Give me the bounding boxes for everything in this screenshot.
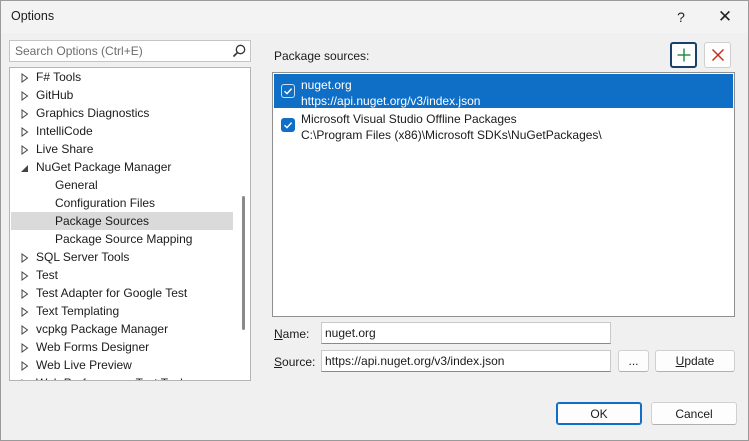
source-label: Source: — [274, 355, 316, 369]
tree-item[interactable]: Graphics Diagnostics — [11, 104, 233, 122]
chevron-right-icon[interactable] — [21, 288, 29, 299]
source-enabled-checkbox[interactable] — [281, 118, 295, 132]
close-icon — [711, 49, 724, 61]
package-source-item[interactable]: nuget.org https://api.nuget.org/v3/index.… — [274, 74, 733, 108]
tree-item[interactable]: Test Adapter for Google Test — [11, 284, 233, 302]
tree-item-label: General — [55, 178, 98, 192]
chevron-right-icon[interactable] — [21, 144, 29, 155]
tree-item-label: vcpkg Package Manager — [36, 322, 169, 336]
tree-item[interactable]: Web Live Preview — [11, 356, 233, 374]
close-button[interactable]: ✕ — [710, 5, 740, 29]
tree-item[interactable]: GitHub — [11, 86, 233, 104]
chevron-right-icon[interactable] — [21, 360, 29, 371]
tree-item[interactable]: Live Share — [11, 140, 233, 158]
search-input[interactable] — [10, 41, 230, 61]
tree-item-label: Test — [36, 268, 59, 282]
source-input[interactable] — [321, 350, 611, 372]
tree-item-label: Package Source Mapping — [55, 232, 193, 246]
remove-source-button[interactable] — [704, 42, 731, 68]
chevron-right-icon[interactable] — [21, 72, 29, 83]
tree-item-label: Graphics Diagnostics — [36, 106, 150, 120]
name-input[interactable] — [321, 322, 611, 344]
tree-item-label: Test Adapter for Google Test — [36, 286, 188, 300]
ok-button[interactable]: OK — [556, 402, 642, 425]
chevron-right-icon[interactable] — [21, 108, 29, 119]
tree-item[interactable]: Package Source Mapping — [11, 230, 233, 248]
checkmark-icon — [284, 122, 293, 129]
source-url: https://api.nuget.org/v3/index.json — [301, 94, 481, 108]
tree-item[interactable]: vcpkg Package Manager — [11, 320, 233, 338]
options-tree[interactable]: F# Tools GitHub Graphics Diagnostics Intell… — [9, 67, 251, 381]
cancel-button[interactable]: Cancel — [651, 402, 737, 425]
tree-item[interactable]: Text Templating — [11, 302, 233, 320]
tree-item[interactable]: NuGet Package Manager — [11, 158, 233, 176]
tree-item-label: Web Performance Test Tools — [36, 376, 189, 380]
chevron-right-icon[interactable] — [21, 90, 29, 101]
tree-item-label: SQL Server Tools — [36, 250, 130, 264]
tree-scrollbar[interactable] — [238, 68, 250, 380]
tree-item[interactable]: Web Performance Test Tools — [11, 374, 233, 380]
package-sources-label: Package sources: — [274, 49, 370, 63]
package-source-item[interactable]: Microsoft Visual Studio Offline Packages… — [274, 108, 733, 142]
tree-item-label: Text Templating — [36, 304, 120, 318]
search-icon[interactable] — [231, 43, 247, 59]
tree-item-label: GitHub — [36, 88, 74, 102]
tree-item-label: Package Sources — [55, 214, 150, 228]
update-button[interactable]: Update — [655, 350, 735, 372]
tree-scrollbar-thumb[interactable] — [242, 196, 245, 330]
tree-item-label: Web Forms Designer — [36, 340, 150, 354]
options-dialog: Options ? ✕ F# Tools GitHub Graphics Diagn… — [0, 0, 749, 441]
chevron-right-icon[interactable] — [21, 270, 29, 281]
tree-item[interactable]: Configuration Files — [11, 194, 233, 212]
title-bar: Options ? ✕ — [1, 1, 748, 33]
source-name: nuget.org — [301, 78, 352, 92]
tree-item-label: Live Share — [36, 142, 94, 156]
chevron-right-icon[interactable] — [21, 378, 29, 380]
checkmark-icon — [284, 88, 293, 95]
tree-item[interactable]: General — [11, 176, 233, 194]
tree-item[interactable]: Test — [11, 266, 233, 284]
add-source-button[interactable] — [670, 42, 697, 68]
plus-icon — [677, 48, 690, 62]
chevron-right-icon[interactable] — [21, 306, 29, 317]
tree-item[interactable]: Web Forms Designer — [11, 338, 233, 356]
tree-item-label: Web Live Preview — [36, 358, 132, 372]
search-box — [9, 40, 251, 62]
tree-item[interactable]: Package Sources — [11, 212, 233, 230]
chevron-right-icon[interactable] — [21, 126, 29, 137]
tree-item[interactable]: SQL Server Tools — [11, 248, 233, 266]
browse-button[interactable]: ... — [618, 350, 649, 372]
chevron-right-icon[interactable] — [21, 324, 29, 335]
package-sources-list[interactable]: nuget.org https://api.nuget.org/v3/index.… — [272, 72, 735, 317]
source-name: Microsoft Visual Studio Offline Packages — [301, 112, 517, 126]
name-label: Name: — [274, 327, 310, 341]
chevron-down-icon[interactable] — [20, 162, 28, 172]
help-button[interactable]: ? — [666, 5, 696, 29]
tree-item-label: F# Tools — [36, 70, 82, 84]
tree-item-label: Configuration Files — [55, 196, 156, 210]
tree-item-label: NuGet Package Manager — [36, 160, 172, 174]
tree-item-label: IntelliCode — [36, 124, 93, 138]
source-enabled-checkbox[interactable] — [281, 84, 295, 98]
source-url: C:\Program Files (x86)\Microsoft SDKs\Nu… — [301, 128, 602, 142]
chevron-right-icon[interactable] — [21, 252, 29, 263]
window-title: Options — [11, 9, 55, 23]
chevron-right-icon[interactable] — [21, 342, 29, 353]
tree-item[interactable]: IntelliCode — [11, 122, 233, 140]
tree-item[interactable]: F# Tools — [11, 68, 233, 86]
